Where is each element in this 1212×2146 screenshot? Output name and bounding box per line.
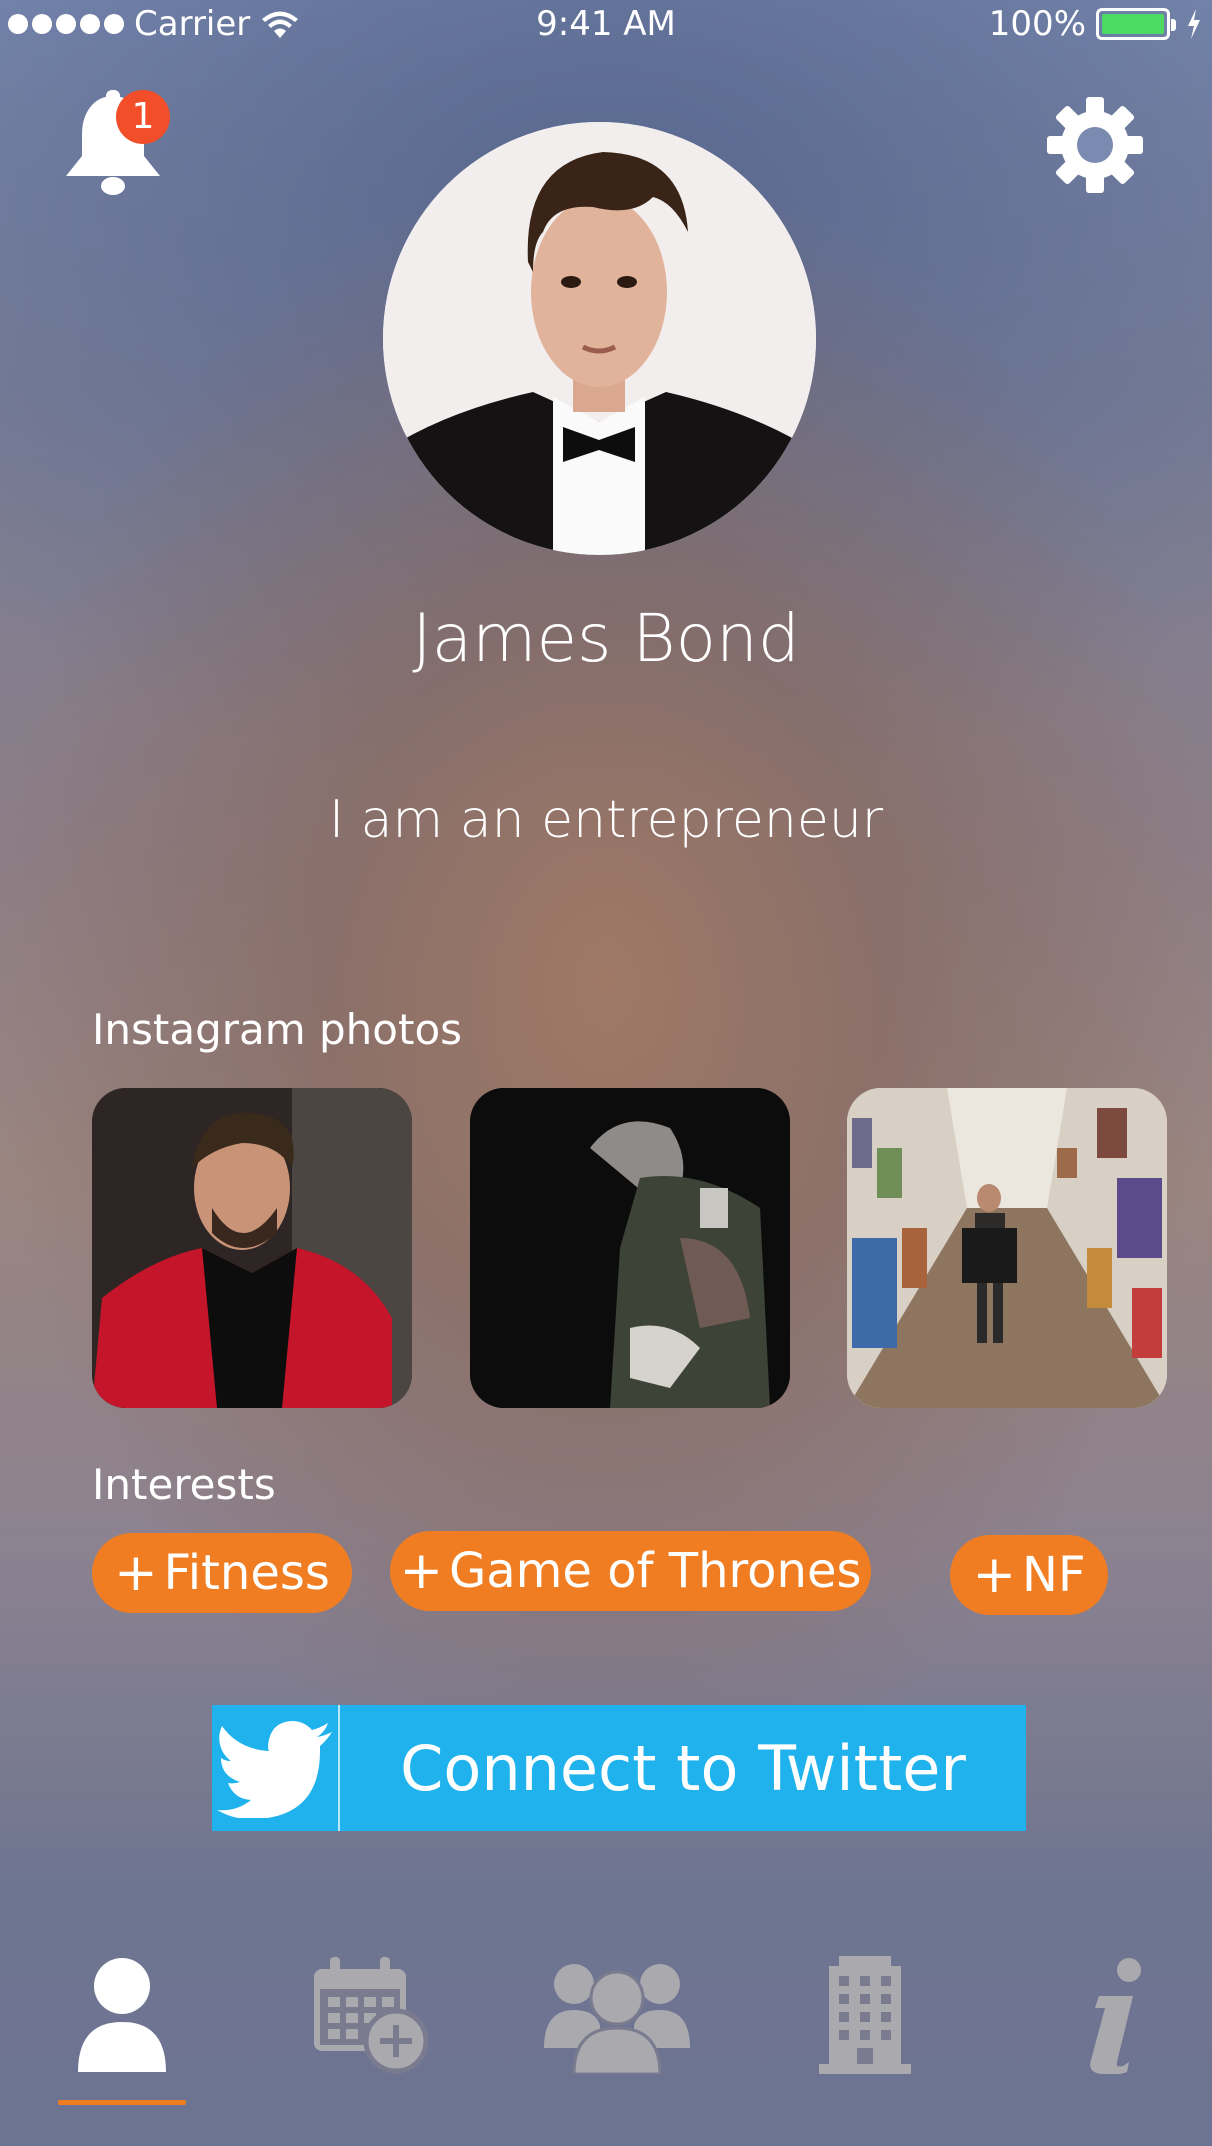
twitter-icon-box — [212, 1705, 340, 1831]
settings-gear-icon[interactable] — [1045, 95, 1145, 195]
photo-image — [92, 1088, 412, 1408]
info-icon — [1090, 1958, 1141, 2074]
battery-percent: 100% — [988, 4, 1086, 44]
interests-label: Interests — [92, 1460, 276, 1509]
tab-profile[interactable] — [42, 1940, 202, 2090]
notification-badge: 1 — [116, 90, 170, 144]
twitter-bird-icon — [217, 1721, 332, 1818]
active-tab-indicator — [58, 2100, 186, 2105]
tab-info[interactable] — [1032, 1940, 1192, 2090]
plus-icon: + — [972, 1545, 1017, 1605]
instagram-photos-label: Instagram photos — [92, 1005, 463, 1054]
profile-name: James Bond — [412, 600, 800, 677]
calendar-add-icon — [314, 1957, 429, 2074]
twitter-button-label: Connect to Twitter — [400, 1731, 966, 1805]
status-right: 100% — [989, 4, 1202, 44]
photo-image — [847, 1088, 1167, 1408]
connect-twitter-button[interactable]: Connect to Twitter — [212, 1705, 1026, 1831]
interest-chip-label: Game of Thrones — [449, 1543, 862, 1599]
instagram-photo-2[interactable] — [470, 1088, 790, 1408]
instagram-photo-1[interactable] — [92, 1088, 412, 1408]
interest-chip-label: NF — [1022, 1547, 1086, 1603]
tab-companies[interactable] — [785, 1940, 945, 2090]
photo-image — [470, 1088, 790, 1408]
tab-groups[interactable] — [537, 1940, 697, 2090]
interest-chip-nf[interactable]: + NF — [950, 1535, 1108, 1615]
tab-events[interactable] — [290, 1940, 450, 2090]
avatar-image — [383, 122, 816, 555]
instagram-photo-3[interactable] — [847, 1088, 1167, 1408]
interest-chip-game-of-thrones[interactable]: + Game of Thrones — [390, 1531, 871, 1611]
profile-icon — [78, 1958, 166, 2072]
charging-icon — [1188, 9, 1200, 39]
plus-icon: + — [399, 1541, 444, 1601]
battery-icon — [1096, 8, 1176, 40]
interest-chip-label: Fitness — [163, 1545, 330, 1601]
profile-bio: I am an entrepreneur — [328, 790, 884, 850]
profile-avatar[interactable] — [383, 122, 816, 555]
interest-chip-fitness[interactable]: + Fitness — [92, 1533, 352, 1613]
building-icon — [819, 1956, 911, 2074]
group-icon — [544, 1964, 690, 2074]
status-bar: Carrier 9:41 AM 100% — [0, 0, 1212, 50]
plus-icon: + — [114, 1543, 158, 1603]
bottom-tab-bar — [0, 1940, 1212, 2120]
